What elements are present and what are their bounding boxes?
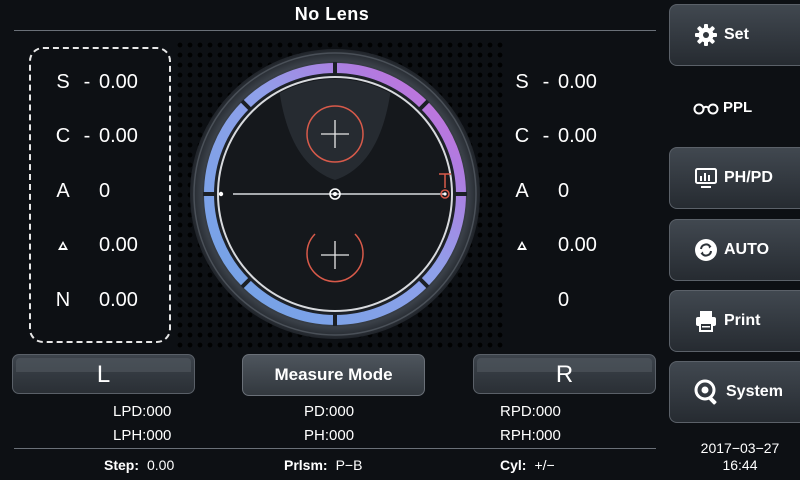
- left-row-c: C -0.00: [51, 124, 149, 148]
- system-button[interactable]: System: [669, 361, 800, 423]
- bottom-divider: [14, 448, 656, 449]
- glasses-icon: [693, 103, 719, 114]
- printer-icon: [696, 311, 716, 332]
- system-settings-icon: [694, 379, 717, 405]
- left-row-n: N 0.00: [51, 288, 149, 312]
- right-row-n: 0: [510, 288, 608, 312]
- print-button[interactable]: Print: [669, 290, 800, 352]
- prism-icon: [58, 240, 68, 250]
- step-setting: Step: 0.00: [104, 457, 175, 473]
- right-c-value: 0.00: [558, 124, 597, 147]
- right-lens-button[interactable]: R: [473, 354, 656, 394]
- rph-readout: RPH:000: [500, 427, 561, 444]
- right-s-value: 0.00: [558, 70, 597, 93]
- ppl-toggle[interactable]: PPL: [693, 99, 752, 116]
- lens-target-dial: [190, 49, 480, 339]
- right-prism-value: 0.00: [558, 233, 597, 256]
- measure-mode-button[interactable]: Measure Mode: [242, 354, 425, 396]
- pd-readout: PD:000: [304, 403, 355, 420]
- auto-button[interactable]: AUTO: [669, 219, 800, 281]
- left-lens-button[interactable]: L: [12, 354, 195, 394]
- set-button[interactable]: Set: [669, 4, 800, 66]
- lpd-readout: LPD:000: [113, 403, 172, 420]
- right-n-value: 0: [558, 288, 570, 311]
- header-divider: [14, 30, 656, 31]
- left-c-value: 0.00: [99, 124, 138, 147]
- time-text: 16:44: [722, 457, 758, 473]
- step-value: 0.00: [147, 457, 175, 473]
- left-row-s: S -0.00: [51, 70, 149, 94]
- rpd-readout: RPD:000: [500, 403, 561, 420]
- right-row-a: A0: [510, 179, 608, 203]
- left-s-value: 0.00: [99, 70, 138, 93]
- ph-pd-button[interactable]: PH/PD: [669, 147, 800, 209]
- prism-setting: Prlsm: P−B: [284, 457, 363, 473]
- right-row-s: S -0.00: [510, 70, 608, 94]
- right-a-value: 0: [558, 179, 570, 202]
- datetime-display: 2017−03−27 16:44: [680, 440, 800, 474]
- cyl-value: +/−: [534, 457, 555, 473]
- monitor-chart-icon: [695, 168, 717, 188]
- left-prism-value: 0.00: [99, 233, 138, 256]
- auto-refresh-icon: [695, 239, 717, 261]
- prism-icon: [517, 240, 527, 250]
- left-a-value: 0: [99, 179, 111, 202]
- date-text: 2017−03−27: [700, 440, 780, 456]
- right-row-prism: 0.00: [510, 233, 608, 257]
- cyl-setting: Cyl: +/−: [500, 457, 555, 473]
- ph-readout: PH:000: [304, 427, 355, 444]
- right-row-c: C -0.00: [510, 124, 608, 148]
- left-row-a: A0: [51, 179, 149, 203]
- lens-status-title: No Lens: [294, 4, 370, 24]
- left-row-prism: 0.00: [51, 233, 149, 257]
- lph-readout: LPH:000: [113, 427, 172, 444]
- left-n-value: 0.00: [99, 288, 138, 311]
- prism-base-value: P−B: [335, 457, 363, 473]
- gear-icon: [695, 24, 717, 46]
